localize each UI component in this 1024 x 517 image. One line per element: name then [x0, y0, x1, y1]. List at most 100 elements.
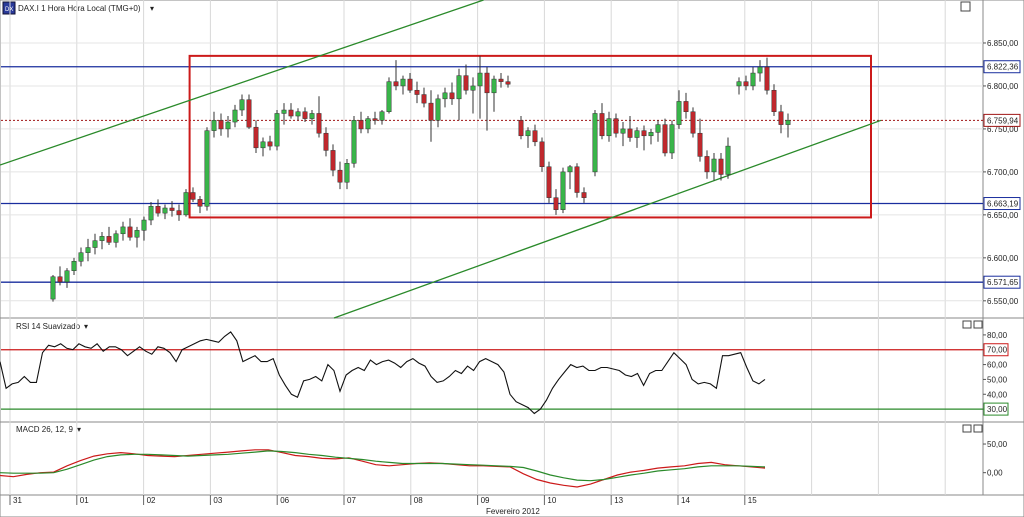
candle-up[interactable]: [50, 276, 56, 300]
candle-down[interactable]: [372, 118, 378, 121]
candle-down[interactable]: [288, 109, 294, 117]
candle-down[interactable]: [407, 78, 413, 91]
candle-up[interactable]: [260, 141, 266, 149]
candle-up[interactable]: [162, 207, 168, 214]
candle-down[interactable]: [169, 207, 175, 211]
candle-up[interactable]: [634, 130, 640, 138]
candle-down[interactable]: [197, 199, 203, 207]
candle-down[interactable]: [539, 141, 545, 167]
candle-up[interactable]: [120, 226, 126, 235]
candle-down[interactable]: [127, 226, 133, 238]
candle-up[interactable]: [477, 72, 483, 87]
candle-down[interactable]: [574, 166, 580, 193]
candle-up[interactable]: [525, 130, 531, 137]
macd-title-dropdown-icon[interactable]: ▾: [77, 425, 81, 434]
candle-up[interactable]: [435, 98, 441, 121]
candle-down[interactable]: [337, 169, 343, 183]
candle-up[interactable]: [785, 120, 791, 125]
candle-up[interactable]: [711, 158, 717, 173]
candle-up[interactable]: [134, 230, 140, 238]
candle-up[interactable]: [113, 233, 119, 243]
candle-down[interactable]: [690, 111, 696, 134]
rsi-close-button[interactable]: [973, 320, 983, 329]
macd-pane[interactable]: MACD 26, 12, 9 ▾: [0, 421, 1024, 496]
candle-up[interactable]: [204, 130, 210, 207]
candle-up[interactable]: [99, 236, 105, 241]
candle-down[interactable]: [414, 89, 420, 95]
candle-up[interactable]: [344, 163, 350, 183]
candle-up[interactable]: [295, 111, 301, 117]
main-pane-window-button[interactable]: [960, 1, 971, 12]
candle-down[interactable]: [484, 72, 490, 94]
candle-down[interactable]: [428, 102, 434, 121]
candle-up[interactable]: [491, 78, 497, 94]
candle-down[interactable]: [246, 99, 252, 128]
candle-down[interactable]: [697, 132, 703, 157]
rsi-title-dropdown-icon[interactable]: ▾: [84, 322, 88, 331]
candle-down[interactable]: [546, 166, 552, 198]
candle-up[interactable]: [225, 121, 231, 130]
candle-down[interactable]: [218, 120, 224, 130]
rsi-pane[interactable]: RSI 14 Suavizado ▾: [0, 317, 1024, 423]
candle-up[interactable]: [232, 109, 238, 123]
macd-title[interactable]: MACD 26, 12, 9: [16, 425, 73, 434]
macd-close-button[interactable]: [973, 424, 983, 433]
candle-up[interactable]: [442, 92, 448, 100]
candle-up[interactable]: [92, 240, 98, 248]
candle-down[interactable]: [57, 276, 63, 283]
candle-down[interactable]: [505, 81, 511, 85]
candle-up[interactable]: [85, 247, 91, 253]
candle-up[interactable]: [725, 145, 731, 175]
rsi-restore-button[interactable]: [962, 320, 972, 329]
candle-up[interactable]: [620, 128, 626, 134]
candle-down[interactable]: [302, 111, 308, 119]
candle-down[interactable]: [718, 158, 724, 175]
candle-up[interactable]: [351, 120, 357, 164]
candle-down[interactable]: [106, 236, 112, 243]
candle-down[interactable]: [613, 118, 619, 134]
candle-down[interactable]: [764, 66, 770, 91]
candle-down[interactable]: [267, 141, 273, 147]
candle-up[interactable]: [757, 66, 763, 74]
candle-down[interactable]: [599, 113, 605, 137]
candle-up[interactable]: [141, 219, 147, 231]
price-marker[interactable]: 6.571,65: [983, 275, 1021, 289]
chart-title[interactable]: DAX.I 1 Hora Hora Local (TMG+0): [18, 4, 141, 13]
candle-down[interactable]: [743, 81, 749, 87]
candle-up[interactable]: [211, 120, 217, 131]
candle-down[interactable]: [155, 206, 161, 214]
candle-down[interactable]: [581, 192, 587, 198]
candle-up[interactable]: [592, 113, 598, 173]
candle-up[interactable]: [183, 192, 189, 216]
candle-up[interactable]: [379, 111, 385, 121]
candle-up[interactable]: [78, 252, 84, 262]
candle-up[interactable]: [71, 261, 77, 271]
candle-up[interactable]: [239, 99, 245, 111]
price-marker[interactable]: 6.759,94: [983, 113, 1021, 127]
candle-down[interactable]: [553, 197, 559, 210]
candle-up[interactable]: [655, 124, 661, 133]
chart-canvas[interactable]: DX DAX.I 1 Hora Hora Local (TMG+0) ▾ RSI…: [0, 0, 1024, 517]
candle-down[interactable]: [704, 156, 710, 173]
candle-down[interactable]: [532, 130, 538, 143]
candle-up[interactable]: [470, 85, 476, 91]
candle-up[interactable]: [400, 78, 406, 87]
rsi-title[interactable]: RSI 14 Suavizado: [16, 322, 81, 331]
candle-up[interactable]: [365, 118, 371, 130]
candle-up[interactable]: [64, 270, 70, 283]
candle-up[interactable]: [648, 132, 654, 137]
candle-down[interactable]: [778, 111, 784, 125]
candle-up[interactable]: [560, 171, 566, 210]
candle-down[interactable]: [330, 150, 336, 171]
price-marker[interactable]: 6.663,19: [983, 197, 1021, 211]
candle-up[interactable]: [281, 109, 287, 114]
candle-down[interactable]: [253, 126, 259, 149]
candle-down[interactable]: [498, 78, 504, 82]
candle-down[interactable]: [323, 132, 329, 151]
candle-down[interactable]: [421, 94, 427, 104]
candle-up[interactable]: [750, 72, 756, 87]
candle-up[interactable]: [676, 101, 682, 125]
candle-up[interactable]: [456, 75, 462, 100]
candle-down[interactable]: [393, 81, 399, 87]
candle-down[interactable]: [358, 120, 364, 130]
